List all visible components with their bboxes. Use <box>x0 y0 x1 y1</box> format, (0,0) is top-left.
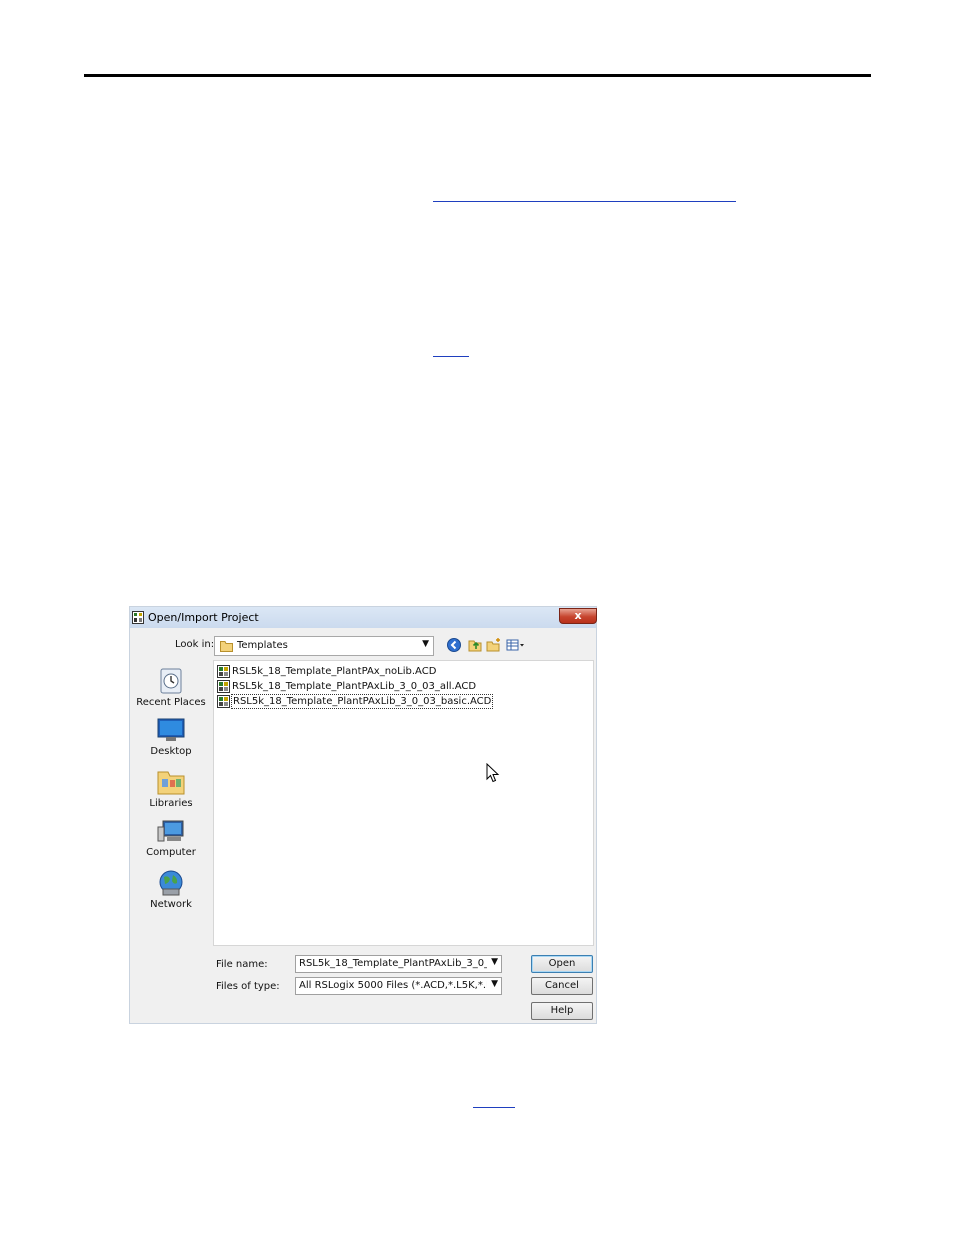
place-libraries[interactable]: Libraries <box>136 768 206 809</box>
look-in-dropdown[interactable]: Templates ▼ <box>214 636 434 656</box>
dialog-title: Open/Import Project <box>148 611 259 624</box>
acd-file-icon <box>217 695 230 708</box>
open-button[interactable]: Open <box>531 955 593 973</box>
file-name-value: RSL5k_18_Template_PlantPAxLib_3_0_03_ba <box>299 958 487 969</box>
place-label: Computer <box>146 847 196 858</box>
file-type-label: Files of type: <box>216 981 280 992</box>
back-icon[interactable] <box>446 637 462 653</box>
file-list[interactable]: RSL5k_18_Template_PlantPAx_noLib.ACD RSL… <box>213 660 594 946</box>
place-network[interactable]: Network <box>136 869 206 910</box>
help-button[interactable]: Help <box>531 1002 593 1020</box>
look-in-label: Look in: <box>175 639 215 650</box>
file-type-value: All RSLogix 5000 Files (*.ACD,*.L5K,*.L5… <box>299 980 487 991</box>
place-computer[interactable]: Computer <box>136 819 206 858</box>
close-button[interactable]: x <box>559 608 597 624</box>
mouse-cursor-icon <box>486 763 500 783</box>
file-name: RSL5k_18_Template_PlantPAxLib_3_0_03_all… <box>232 681 477 692</box>
hyperlink-underline[interactable] <box>433 201 736 202</box>
computer-icon <box>157 820 184 842</box>
hyperlink-underline[interactable] <box>433 356 469 357</box>
recent-places-icon <box>160 668 182 694</box>
open-import-project-dialog: Open/Import Project x Look in: Templates… <box>129 606 597 1024</box>
file-name: RSL5k_18_Template_PlantPAx_noLib.ACD <box>232 666 437 677</box>
look-in-value: Templates <box>237 640 288 651</box>
view-menu-icon[interactable] <box>506 637 526 653</box>
up-folder-icon[interactable] <box>467 637 483 653</box>
libraries-icon <box>157 771 185 795</box>
place-label: Network <box>150 899 192 910</box>
chevron-down-icon[interactable]: ▼ <box>491 957 498 967</box>
cancel-button[interactable]: Cancel <box>531 977 593 995</box>
file-name: RSL5k_18_Template_PlantPAxLib_3_0_03_bas… <box>230 694 494 709</box>
acd-file-icon <box>217 665 230 678</box>
dialog-titlebar: Open/Import Project x <box>130 607 597 628</box>
file-name-input[interactable]: RSL5k_18_Template_PlantPAxLib_3_0_03_ba … <box>295 955 502 973</box>
chevron-down-icon: ▼ <box>422 639 429 649</box>
network-icon <box>159 870 183 896</box>
place-label: Libraries <box>149 798 193 809</box>
place-label: Desktop <box>150 746 192 757</box>
folder-icon <box>220 641 233 652</box>
desktop-icon <box>157 718 185 741</box>
hyperlink-underline[interactable] <box>473 1107 515 1108</box>
place-label: Recent Places <box>136 697 206 708</box>
place-desktop[interactable]: Desktop <box>136 718 206 757</box>
place-recent-places[interactable]: Recent Places <box>136 667 206 708</box>
acd-file-icon <box>217 680 230 693</box>
chevron-down-icon[interactable]: ▼ <box>491 979 498 989</box>
page-top-rule <box>84 74 871 77</box>
rslogix-app-icon <box>132 611 144 624</box>
file-name-label: File name: <box>216 959 268 970</box>
file-type-select[interactable]: All RSLogix 5000 Files (*.ACD,*.L5K,*.L5… <box>295 977 502 995</box>
new-folder-icon[interactable] <box>486 637 502 653</box>
